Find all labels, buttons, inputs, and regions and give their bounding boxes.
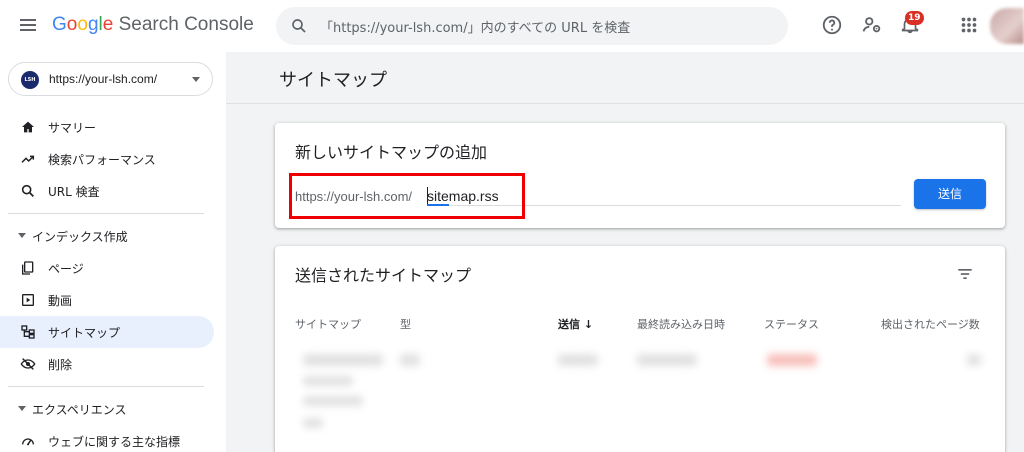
sidebar-item-url-inspection[interactable]: URL 検査 xyxy=(0,175,214,207)
add-sitemap-card: 新しいサイトマップの追加 https://your-lsh.com/ 送信 xyxy=(275,123,1005,228)
redacted-last-read-date xyxy=(637,354,697,366)
input-focus-indicator xyxy=(427,204,449,206)
redacted-sitemap-url xyxy=(303,354,383,366)
sidebar-item-performance[interactable]: 検索パフォーマンス xyxy=(0,143,214,175)
sitemap-icon xyxy=(21,325,35,339)
property-url: https://your-lsh.com/ xyxy=(49,72,158,86)
account-avatar[interactable] xyxy=(990,8,1024,44)
main-menu-icon[interactable] xyxy=(18,16,38,36)
pages-icon xyxy=(22,261,34,275)
column-header-status[interactable]: ステータス xyxy=(764,316,819,332)
sidebar-section-experience[interactable]: エクスペリエンス xyxy=(0,393,214,423)
submitted-sitemaps-title: 送信されたサイトマップ xyxy=(295,266,472,285)
add-sitemap-title: 新しいサイトマップの追加 xyxy=(295,143,488,162)
input-underline xyxy=(427,205,901,206)
url-inspection-search[interactable]: 「https://your-lsh.com/」内のすべての URL を検査 xyxy=(276,7,788,45)
redacted-type xyxy=(400,354,420,366)
sidebar-divider xyxy=(8,386,204,387)
redacted-sitemap-detail xyxy=(303,376,353,386)
home-icon xyxy=(22,121,34,133)
column-header-submitted[interactable]: 送信 ↓ xyxy=(558,316,593,332)
sidebar-item-removals[interactable]: 削除 xyxy=(0,348,214,380)
property-logo: LSH xyxy=(21,71,39,89)
column-header-type[interactable]: 型 xyxy=(400,316,411,332)
sort-arrow-down-icon: ↓ xyxy=(583,318,594,331)
sidebar-divider xyxy=(8,213,204,214)
filter-icon[interactable] xyxy=(955,264,975,284)
speed-icon xyxy=(22,438,34,446)
redacted-sitemap-detail xyxy=(303,418,323,428)
video-icon xyxy=(22,294,34,306)
redacted-sitemap-detail xyxy=(303,396,363,406)
collapse-arrow-icon xyxy=(18,233,26,238)
page-title: サイトマップ xyxy=(279,70,387,91)
apps-grid-icon[interactable] xyxy=(958,14,980,36)
sidebar-item-videos[interactable]: 動画 xyxy=(0,284,214,316)
collapse-arrow-icon xyxy=(18,406,26,411)
top-app-bar: Google Search Console 「https://your-lsh.… xyxy=(0,0,1024,52)
navigation-sidebar: LSH https://your-lsh.com/ サマリー 検索パフォーマンス… xyxy=(0,52,226,452)
redacted-status xyxy=(767,354,817,366)
manage-users-icon[interactable] xyxy=(861,14,883,36)
column-header-sitemap[interactable]: サイトマップ xyxy=(295,316,361,332)
text-cursor xyxy=(427,187,428,205)
product-name: Search Console xyxy=(118,14,254,35)
property-selector[interactable]: LSH https://your-lsh.com/ xyxy=(8,62,213,96)
search-icon xyxy=(21,184,34,197)
redacted-page-count xyxy=(967,354,981,366)
sitemap-url-prefix: https://your-lsh.com/ xyxy=(295,189,413,204)
submitted-sitemaps-card: 送信されたサイトマップ サイトマップ 型 送信 ↓ 最終読み込み日時 ステータス… xyxy=(275,246,1005,452)
submit-sitemap-button[interactable]: 送信 xyxy=(914,179,986,209)
sidebar-item-sitemaps[interactable]: サイトマップ xyxy=(0,316,214,348)
search-icon xyxy=(292,19,306,33)
sidebar-section-indexing[interactable]: インデックス作成 xyxy=(0,220,214,250)
product-logo[interactable]: Google Search Console xyxy=(52,14,254,36)
redacted-submitted-date xyxy=(558,354,598,366)
chevron-down-icon xyxy=(192,77,200,82)
title-divider xyxy=(226,103,1024,104)
help-icon[interactable] xyxy=(821,14,843,36)
search-placeholder: 「https://your-lsh.com/」内のすべての URL を検査 xyxy=(320,21,631,36)
sitemap-url-input[interactable] xyxy=(427,185,897,207)
column-header-last-read[interactable]: 最終読み込み日時 xyxy=(637,316,725,332)
sidebar-item-summary[interactable]: サマリー xyxy=(0,111,214,143)
sidebar-item-core-web-vitals[interactable]: ウェブに関する主な指標 xyxy=(0,425,214,452)
notification-badge: 19 xyxy=(905,11,924,25)
removal-icon xyxy=(20,358,36,370)
trending-up-icon xyxy=(21,155,35,163)
sidebar-item-pages[interactable]: ページ xyxy=(0,252,214,284)
column-header-discovered-pages[interactable]: 検出されたページ数 xyxy=(881,316,980,332)
